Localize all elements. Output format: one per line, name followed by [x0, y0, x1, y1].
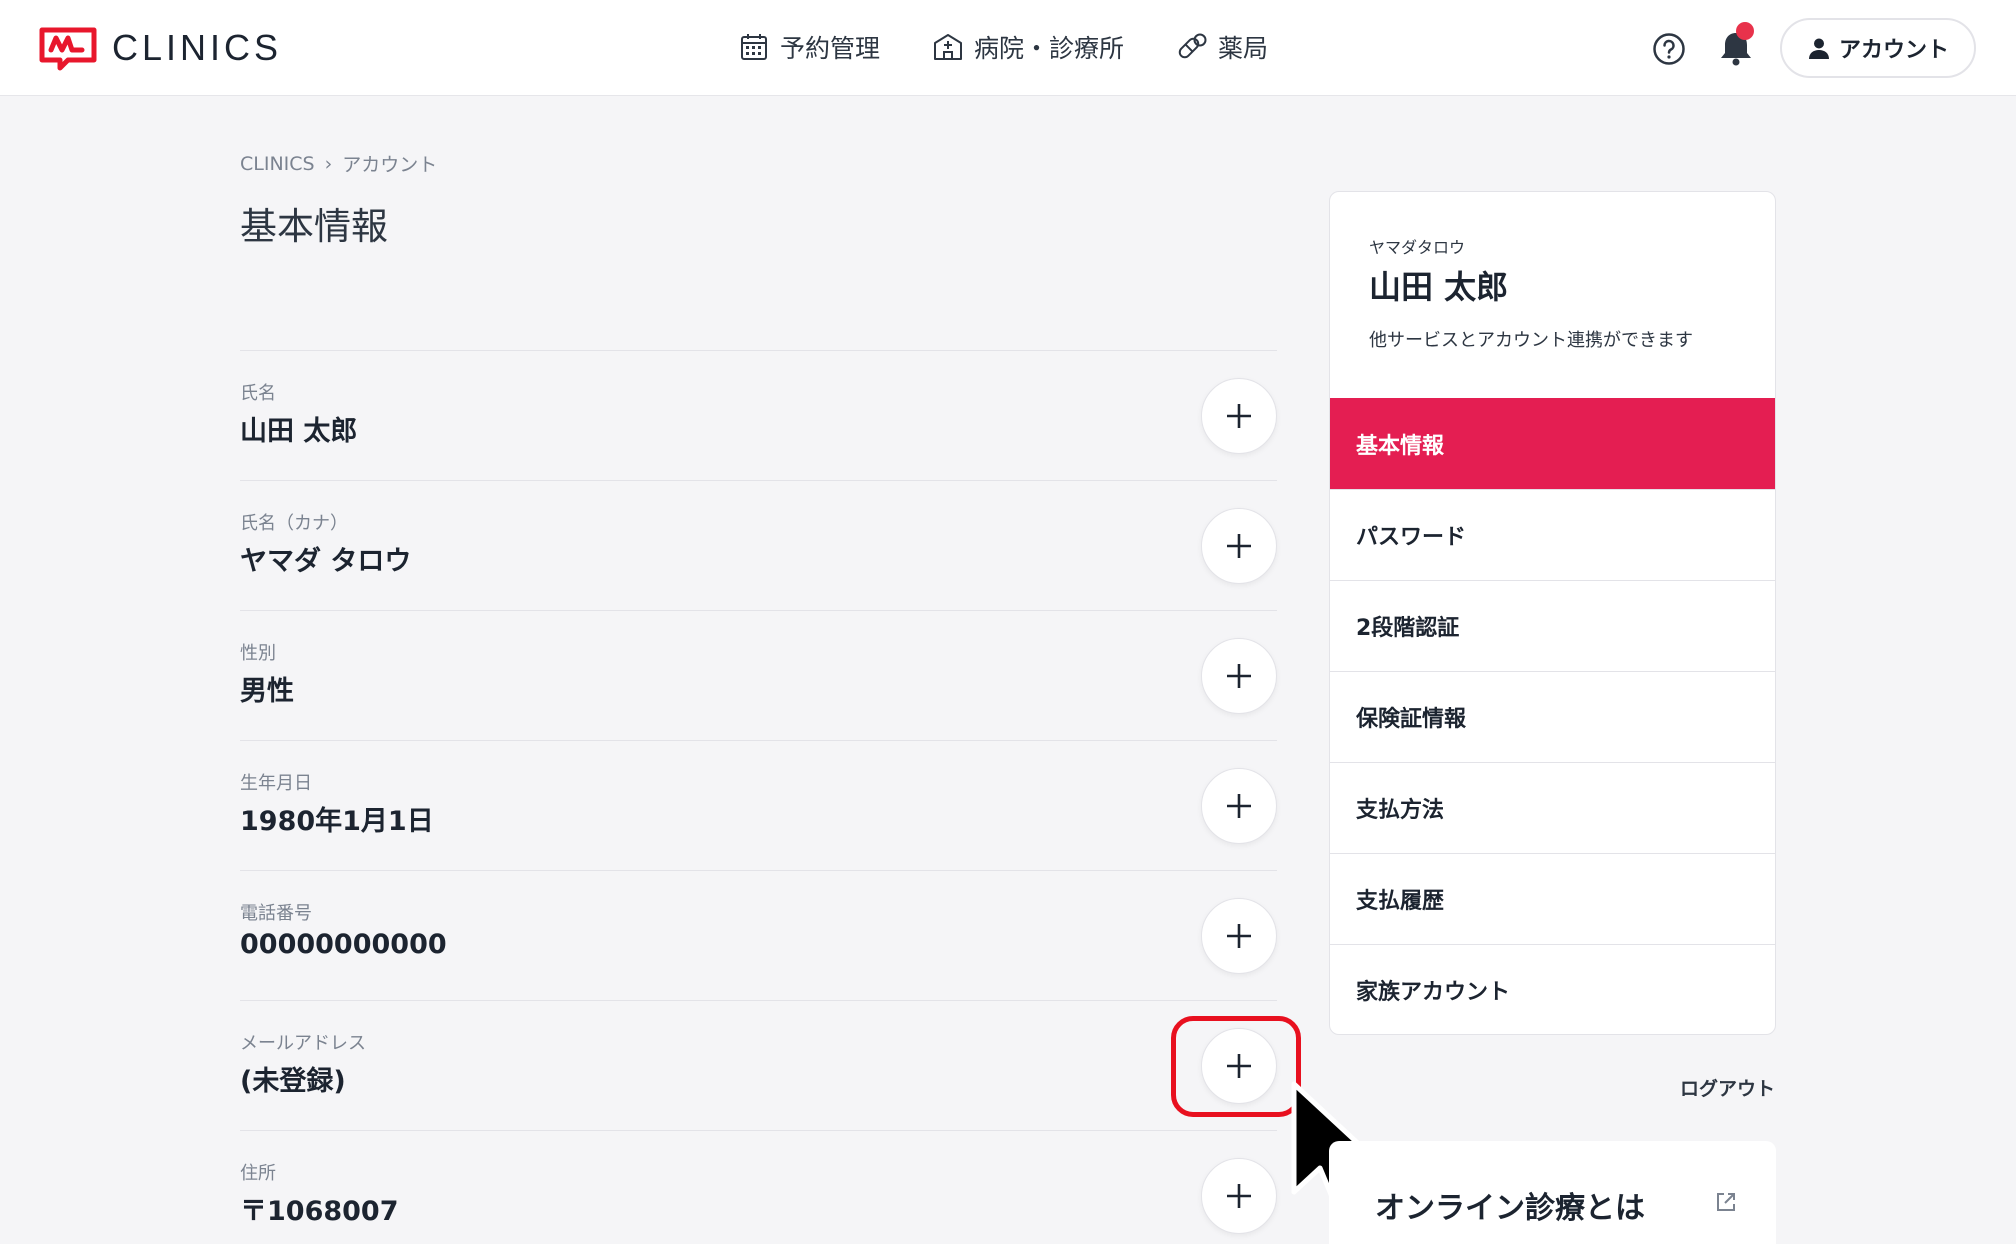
field-value: (未登録)	[240, 1066, 346, 1097]
nav-hospitals-label: 病院・診療所	[974, 34, 1125, 63]
edit-birthdate-button[interactable]	[1201, 768, 1277, 844]
plus-icon	[1227, 534, 1251, 558]
plus-icon	[1227, 1054, 1251, 1078]
field-label: 住所	[240, 1163, 276, 1184]
plus-icon	[1227, 404, 1251, 428]
sidebar-user-kana: ヤマダタロウ	[1369, 238, 1466, 257]
hospital-icon	[934, 34, 963, 60]
field-label: 氏名（カナ）	[240, 513, 348, 534]
field-row-gender: 性別 男性	[240, 610, 1277, 740]
field-row-address: 住所 〒1068007	[240, 1130, 1277, 1244]
external-link-icon	[1717, 1193, 1735, 1211]
account-sidebar: ヤマダタロウ 山田 太郎 他サービスとアカウント連携ができます 基本情報 パスワ…	[1329, 191, 1776, 1035]
breadcrumb-separator: ›	[324, 152, 333, 175]
field-row-name: 氏名 山田 太郎	[240, 350, 1277, 480]
logo-mark-icon	[39, 27, 97, 71]
calendar-icon	[741, 34, 767, 60]
info-card-title: オンライン診療とは	[1375, 1191, 1645, 1226]
pill-icon	[1178, 33, 1207, 59]
account-button[interactable]: アカウント	[1780, 18, 1976, 78]
sidebar-item-payment-method[interactable]: 支払方法	[1330, 762, 1775, 853]
field-row-kana: 氏名（カナ） ヤマダ タロウ	[240, 480, 1277, 610]
sidebar-item-password[interactable]: パスワード	[1330, 489, 1775, 580]
online-consultation-card[interactable]: オンライン診療とは	[1329, 1141, 1776, 1244]
sidebar-item-family-accounts[interactable]: 家族アカウント	[1330, 944, 1775, 1034]
field-label: 性別	[240, 643, 276, 664]
sidebar-item-payment-history[interactable]: 支払履歴	[1330, 853, 1775, 944]
notification-badge	[1736, 22, 1754, 40]
nav-pharmacy[interactable]: 薬局	[1176, 26, 1268, 68]
edit-name-button[interactable]	[1201, 378, 1277, 454]
user-icon	[1808, 38, 1829, 59]
nav-reservations-label: 予約管理	[780, 34, 881, 63]
field-value: 山田 太郎	[240, 416, 358, 447]
basic-info-list: 氏名 山田 太郎 氏名（カナ） ヤマダ タロウ 性別 男性 生年月日 1980年…	[240, 350, 1277, 1244]
plus-icon	[1227, 924, 1251, 948]
edit-phone-button[interactable]	[1201, 898, 1277, 974]
sidebar-item-two-factor[interactable]: 2段階認証	[1330, 580, 1775, 671]
field-value: 1980年1月1日	[240, 806, 434, 837]
field-row-birthdate: 生年月日 1980年1月1日	[240, 740, 1277, 870]
edit-gender-button[interactable]	[1201, 638, 1277, 714]
field-row-email: メールアドレス (未登録)	[240, 1000, 1277, 1130]
help-icon[interactable]	[1652, 32, 1686, 66]
field-value: 男性	[240, 676, 294, 707]
breadcrumb: CLINICS › アカウント	[240, 150, 437, 177]
plus-icon	[1227, 664, 1251, 688]
sidebar-item-insurance[interactable]: 保険証情報	[1330, 671, 1775, 762]
page-title: 基本情報	[240, 205, 388, 248]
field-label: 電話番号	[240, 903, 312, 924]
field-value: 00000000000	[240, 929, 447, 960]
nav-reservations[interactable]: 予約管理	[738, 26, 880, 68]
edit-email-button[interactable]	[1201, 1028, 1277, 1104]
field-row-phone: 電話番号 00000000000	[240, 870, 1277, 1000]
top-header: CLINICS 予約管理 病院・診療所 薬局 アカウント	[0, 0, 2016, 96]
clinics-logo[interactable]: CLINICS	[38, 24, 282, 72]
breadcrumb-home[interactable]: CLINICS	[240, 153, 315, 175]
nav-pharmacy-label: 薬局	[1218, 34, 1269, 63]
main-nav: 予約管理 病院・診療所 薬局	[738, 26, 1268, 68]
field-label: 生年月日	[240, 773, 312, 794]
field-value: 〒1068007	[240, 1196, 399, 1227]
breadcrumb-current: アカウント	[342, 154, 438, 176]
edit-kana-button[interactable]	[1201, 508, 1277, 584]
plus-icon	[1227, 1184, 1251, 1208]
field-label: メールアドレス	[240, 1033, 366, 1054]
sidebar-link-note: 他サービスとアカウント連携ができます	[1369, 330, 1693, 351]
sidebar-menu: 基本情報 パスワード 2段階認証 保険証情報 支払方法 支払履歴 家族アカウント	[1330, 398, 1775, 1034]
field-label: 氏名	[240, 383, 276, 404]
edit-address-button[interactable]	[1201, 1158, 1277, 1234]
plus-icon	[1227, 794, 1251, 818]
sidebar-user-name: 山田 太郎	[1369, 268, 1509, 306]
brand-name: CLINICS	[112, 27, 283, 68]
account-button-label: アカウント	[1838, 38, 1949, 63]
nav-hospitals[interactable]: 病院・診療所	[932, 26, 1124, 68]
field-value: ヤマダ タロウ	[240, 546, 412, 577]
sidebar-item-basic-info[interactable]: 基本情報	[1330, 398, 1775, 489]
logout-link[interactable]: ログアウト	[1680, 1074, 1775, 1101]
